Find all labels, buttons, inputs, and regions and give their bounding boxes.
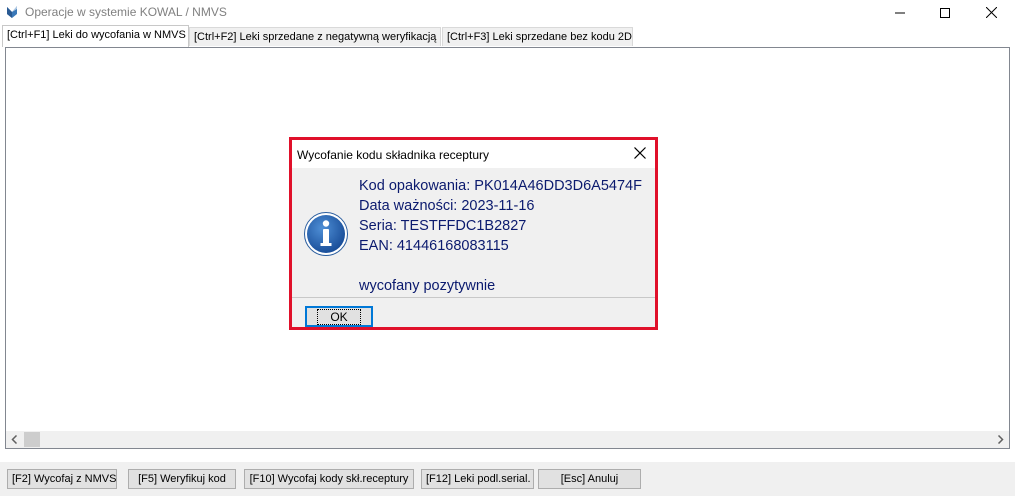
app-icon: [7, 6, 17, 18]
ean-line: EAN: 41446168083115: [359, 238, 509, 254]
minimize-button[interactable]: [877, 0, 923, 25]
series-line: Seria: TESTFFDC1B2827: [359, 218, 527, 234]
maximize-icon: [940, 7, 950, 18]
close-button[interactable]: [968, 0, 1014, 25]
ok-button[interactable]: OK: [305, 306, 373, 327]
chevron-left-icon: [11, 435, 18, 444]
horizontal-scrollbar[interactable]: [6, 431, 1009, 448]
package-code-line: Kod opakowania: PK014A46DD3D6A5474F: [359, 178, 642, 194]
verify-code-button[interactable]: [F5] Weryfikuj kod: [128, 469, 236, 489]
scroll-left-button[interactable]: [6, 431, 23, 448]
dialog-titlebar: Wycofanie kodu składnika receptury: [292, 140, 655, 168]
dialog-separator: [292, 297, 655, 298]
scroll-right-button[interactable]: [992, 431, 1009, 448]
expiry-date-line: Data ważności: 2023-11-16: [359, 198, 535, 214]
maximize-button[interactable]: [922, 0, 968, 25]
window-title: Operacje w systemie KOWAL / NMVS: [25, 5, 227, 19]
withdraw-dialog: Wycofanie kodu składnika receptury Kod o…: [289, 137, 658, 330]
tab-leki-do-wycofania[interactable]: [Ctrl+F1] Leki do wycofania w NMVS: [2, 25, 189, 47]
minimize-icon: [895, 12, 905, 13]
ok-button-label: OK: [317, 308, 361, 325]
dialog-title: Wycofanie kodu składnika receptury: [297, 148, 489, 162]
bottom-toolbar: [F2] Wycofaj z NMVS [F5] Weryfikuj kod […: [0, 462, 1015, 496]
chevron-right-icon: [997, 435, 1004, 444]
close-icon: [985, 7, 997, 18]
tab-leki-negatywna-weryfikacja[interactable]: [Ctrl+F2] Leki sprzedane z negatywną wer…: [189, 27, 441, 46]
withdraw-recipe-codes-button[interactable]: [F10] Wycofaj kody skł.receptury: [244, 469, 414, 489]
scroll-thumb[interactable]: [24, 432, 40, 447]
window-titlebar: Operacje w systemie KOWAL / NMVS: [0, 0, 1015, 25]
status-line: wycofany pozytywnie: [359, 278, 496, 294]
serialized-drugs-button[interactable]: [F12] Leki podl.serial.: [421, 469, 534, 489]
tab-leki-bez-kodu-2d[interactable]: [Ctrl+F3] Leki sprzedane bez kodu 2D: [442, 27, 633, 46]
tab-strip: [Ctrl+F1] Leki do wycofania w NMVS [Ctrl…: [0, 25, 1015, 47]
dialog-close-icon[interactable]: [633, 146, 647, 160]
info-icon: [304, 212, 348, 256]
dialog-message: Kod opakowania: PK014A46DD3D6A5474F Data…: [359, 176, 642, 296]
cancel-button[interactable]: [Esc] Anuluj: [538, 469, 641, 489]
withdraw-nmvs-button[interactable]: [F2] Wycofaj z NMVS: [7, 469, 117, 489]
